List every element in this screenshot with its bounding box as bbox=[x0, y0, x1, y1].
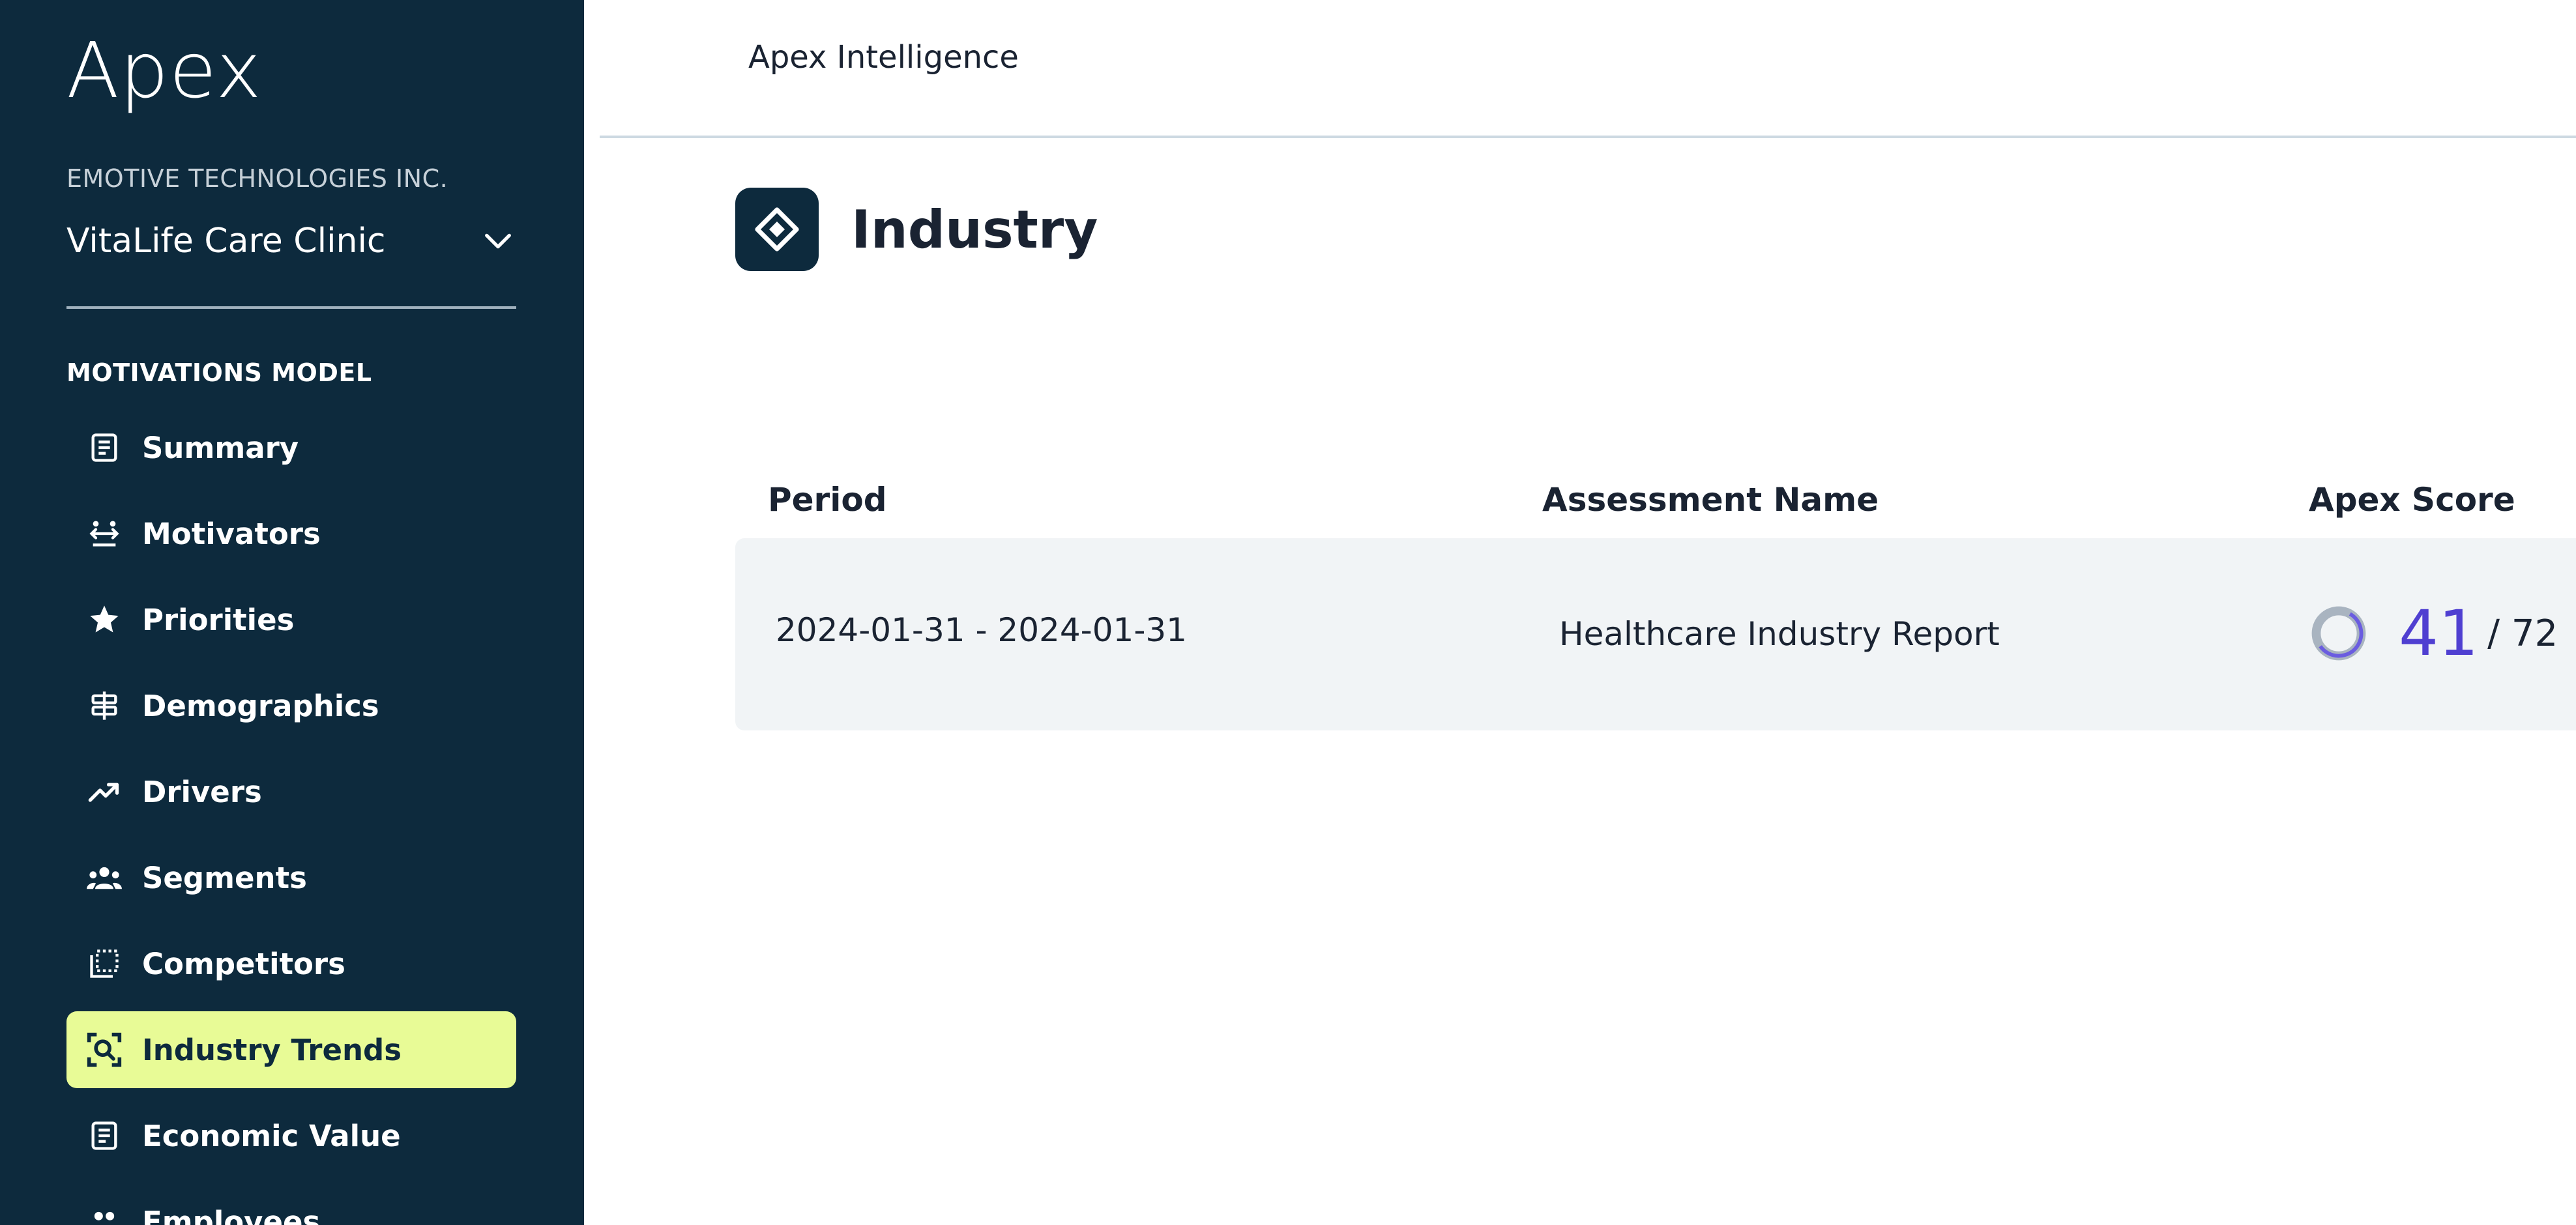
star-icon bbox=[85, 600, 124, 639]
sidebar-item-label: Demographics bbox=[142, 688, 379, 723]
sidebar-item-segments[interactable]: Segments bbox=[66, 839, 516, 916]
clinic-selector[interactable]: VitaLife Care Clinic bbox=[66, 212, 516, 270]
sidebar-item-industry-trends[interactable]: Industry Trends bbox=[66, 1011, 516, 1088]
table-header: Period Assessment Name Apex Score bbox=[735, 463, 2576, 534]
top-bar: Apex Intelligence bbox=[600, 0, 2576, 138]
sidebar-item-label: Motivators bbox=[142, 516, 321, 551]
company-name: EMOTIVE TECHNOLOGIES INC. bbox=[66, 164, 448, 193]
sidebar-item-label: Competitors bbox=[142, 946, 345, 981]
sidebar-item-competitors[interactable]: Competitors bbox=[66, 925, 516, 1002]
sidebar-item-label: Priorities bbox=[142, 602, 295, 637]
document-icon bbox=[85, 1116, 124, 1155]
sidebar-item-motivators[interactable]: Motivators bbox=[66, 495, 516, 572]
sidebar-item-label: Employees bbox=[142, 1204, 321, 1225]
chevron-down-icon bbox=[480, 223, 516, 259]
assessment-table: Period Assessment Name Apex Score 2024-0… bbox=[735, 463, 2576, 730]
page-title: Industry bbox=[851, 199, 1098, 260]
column-header-period[interactable]: Period bbox=[768, 481, 887, 519]
page-header: Industry bbox=[735, 188, 1098, 271]
people-icon bbox=[85, 1202, 124, 1225]
score-value: 41 bbox=[2399, 597, 2479, 670]
score-max: / 72 bbox=[2487, 612, 2558, 655]
sidebar-item-priorities[interactable]: Priorities bbox=[66, 581, 516, 658]
section-label: MOTIVATIONS MODEL bbox=[66, 358, 372, 387]
sidebar-item-employees[interactable]: Employees bbox=[66, 1183, 516, 1225]
signpost-icon bbox=[85, 686, 124, 725]
motivators-icon bbox=[85, 514, 124, 553]
search-scan-icon bbox=[85, 1030, 124, 1069]
column-header-apex-score[interactable]: Apex Score bbox=[2309, 481, 2515, 519]
compare-icon bbox=[85, 944, 124, 983]
sidebar-item-label: Economic Value bbox=[142, 1118, 401, 1153]
column-header-assessment-name[interactable]: Assessment Name bbox=[1542, 481, 1879, 519]
sidebar-item-label: Industry Trends bbox=[142, 1032, 402, 1067]
document-icon bbox=[85, 428, 124, 467]
sidebar-item-economic-value[interactable]: Economic Value bbox=[66, 1097, 516, 1174]
apex-logo[interactable]: Apex bbox=[66, 25, 262, 115]
score-ring-icon bbox=[2311, 606, 2366, 661]
app-title: Apex Intelligence bbox=[748, 39, 1019, 76]
sidebar-item-summary[interactable]: Summary bbox=[66, 409, 516, 486]
sidebar-nav: Summary Motivators Priorities Demographi… bbox=[66, 409, 516, 1225]
clinic-name: VitaLife Care Clinic bbox=[66, 222, 386, 261]
sidebar-item-label: Segments bbox=[142, 860, 307, 895]
sidebar-divider bbox=[66, 306, 516, 309]
assessment-name-cell[interactable]: Healthcare Industry Report bbox=[1559, 615, 2000, 653]
sidebar-item-label: Summary bbox=[142, 430, 299, 465]
period-cell: 2024-01-31 - 2024-01-31 bbox=[776, 611, 1187, 649]
app: Apex EMOTIVE TECHNOLOGIES INC. VitaLife … bbox=[0, 0, 2576, 1225]
diamond-icon bbox=[735, 188, 819, 271]
trending-up-icon bbox=[85, 772, 124, 811]
main-content: Apex Intelligence Industry Period Assess… bbox=[584, 0, 2576, 1225]
apex-score-cell: 41 / 72 bbox=[2309, 602, 2558, 665]
sidebar-item-demographics[interactable]: Demographics bbox=[66, 667, 516, 744]
sidebar: Apex EMOTIVE TECHNOLOGIES INC. VitaLife … bbox=[0, 0, 584, 1225]
sidebar-item-label: Drivers bbox=[142, 774, 262, 809]
group-icon bbox=[85, 858, 124, 897]
table-row[interactable]: 2024-01-31 - 2024-01-31 Healthcare Indus… bbox=[735, 538, 2576, 730]
sidebar-item-drivers[interactable]: Drivers bbox=[66, 753, 516, 830]
